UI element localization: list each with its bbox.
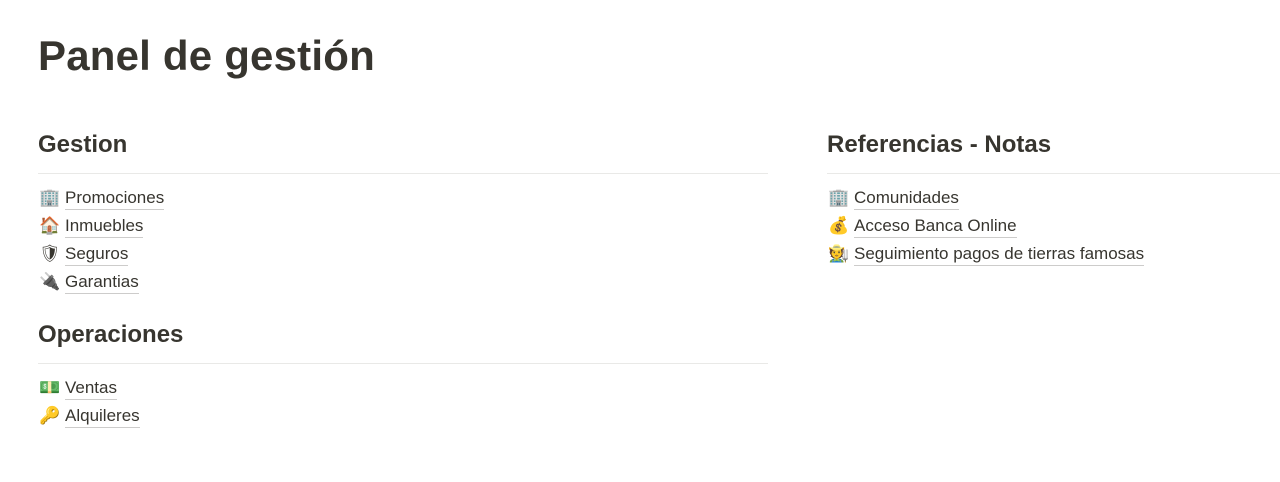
link-inmuebles[interactable]: 🏠 Inmuebles — [38, 212, 768, 240]
house-icon: 🏠 — [39, 216, 61, 236]
office-building-icon: 🏢 — [828, 188, 850, 208]
link-alquileres[interactable]: 🔑 Alquileres — [38, 402, 768, 430]
link-seguros[interactable]: 🛡 Seguros — [38, 240, 768, 268]
link-garantias[interactable]: 🔌 Garantias — [38, 268, 768, 296]
link-ventas[interactable]: 💵 Ventas — [38, 374, 768, 402]
link-label[interactable]: Seguimiento pagos de tierras famosas — [854, 243, 1145, 266]
link-label[interactable]: Garantias — [65, 271, 139, 294]
operaciones-link-list: 💵 Ventas 🔑 Alquileres — [38, 364, 768, 430]
right-column: Referencias - Notas 🏢 Comunidades 💰 Acce… — [827, 126, 1280, 268]
link-comunidades[interactable]: 🏢 Comunidades — [827, 184, 1280, 212]
link-label[interactable]: Ventas — [65, 377, 117, 400]
referencias-link-list: 🏢 Comunidades 💰 Acceso Banca Online 🧑‍🌾 … — [827, 174, 1280, 268]
link-label[interactable]: Alquileres — [65, 405, 140, 428]
link-label[interactable]: Promociones — [65, 187, 165, 210]
shield-icon: 🛡 — [39, 244, 61, 264]
money-bag-icon: 💰 — [828, 216, 850, 236]
plug-icon: 🔌 — [39, 272, 61, 292]
key-icon: 🔑 — [39, 406, 61, 426]
link-promociones[interactable]: 🏢 Promociones — [38, 184, 768, 212]
page-title: Panel de gestión — [38, 32, 375, 79]
section-heading-gestion: Gestion — [38, 126, 768, 174]
farmer-icon: 🧑‍🌾 — [828, 244, 850, 264]
gestion-link-list: 🏢 Promociones 🏠 Inmuebles 🛡 Seguros 🔌 Ga… — [38, 174, 768, 296]
banknote-icon: 💵 — [39, 378, 61, 398]
office-building-icon: 🏢 — [39, 188, 61, 208]
link-label[interactable]: Inmuebles — [65, 215, 144, 238]
link-acceso-banca-online[interactable]: 💰 Acceso Banca Online — [827, 212, 1280, 240]
link-label[interactable]: Comunidades — [854, 187, 959, 210]
section-heading-referencias-notas: Referencias - Notas — [827, 126, 1280, 174]
section-heading-operaciones: Operaciones — [38, 316, 768, 364]
link-label[interactable]: Acceso Banca Online — [854, 215, 1017, 238]
link-label[interactable]: Seguros — [65, 243, 129, 266]
link-seguimiento-pagos[interactable]: 🧑‍🌾 Seguimiento pagos de tierras famosas — [827, 240, 1280, 268]
left-column: Gestion 🏢 Promociones 🏠 Inmuebles 🛡 Segu… — [38, 126, 768, 430]
